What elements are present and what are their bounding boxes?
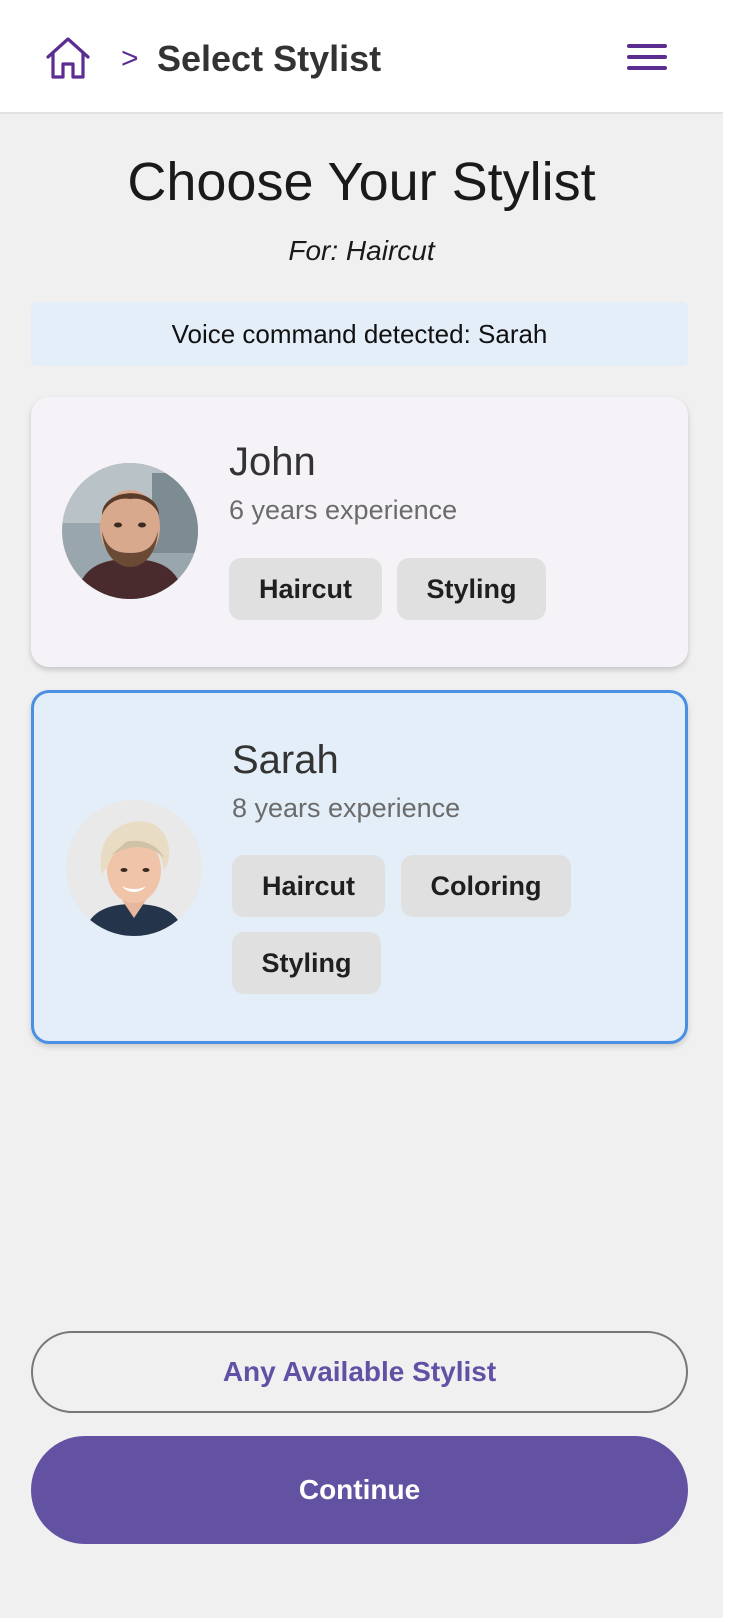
page-title: Choose Your Stylist [127, 152, 596, 212]
top-header: > Select Stylist [0, 0, 723, 114]
specialty-tag: Styling [232, 932, 381, 994]
hamburger-menu-button[interactable] [622, 36, 672, 78]
avatar-john [62, 463, 198, 599]
stylist-name: John [229, 440, 316, 484]
stylist-experience: 6 years experience [229, 495, 458, 525]
stylist-experience: 8 years experience [232, 793, 461, 823]
menu-icon-bar [627, 44, 667, 48]
any-available-stylist-button[interactable]: Any Available Stylist [31, 1331, 688, 1413]
specialty-tag: Haircut [232, 855, 385, 917]
home-button[interactable] [42, 32, 94, 84]
avatar-sarah [66, 800, 202, 936]
specialty-tag: Styling [397, 558, 546, 620]
stylist-card-john[interactable]: John 6 years experience Haircut Styling [31, 397, 688, 667]
breadcrumb-separator: > [121, 42, 139, 75]
menu-icon-bar [627, 66, 667, 70]
stylist-name: Sarah [232, 738, 339, 782]
stylist-card-sarah[interactable]: Sarah 8 years experience Haircut Colorin… [31, 690, 688, 1044]
menu-icon-bar [627, 55, 667, 59]
specialty-tag: Coloring [401, 855, 571, 917]
service-subtitle: For: Haircut [288, 235, 435, 266]
continue-button[interactable]: Continue [31, 1436, 688, 1544]
viewport-edge [723, 0, 746, 1618]
voice-command-banner: Voice command detected: Sarah [31, 302, 688, 366]
specialty-tag: Haircut [229, 558, 382, 620]
app-viewport: > Select Stylist Choose Your Stylist For… [0, 0, 723, 1618]
home-icon [46, 37, 90, 79]
breadcrumb-current-page: Select Stylist [157, 38, 382, 79]
